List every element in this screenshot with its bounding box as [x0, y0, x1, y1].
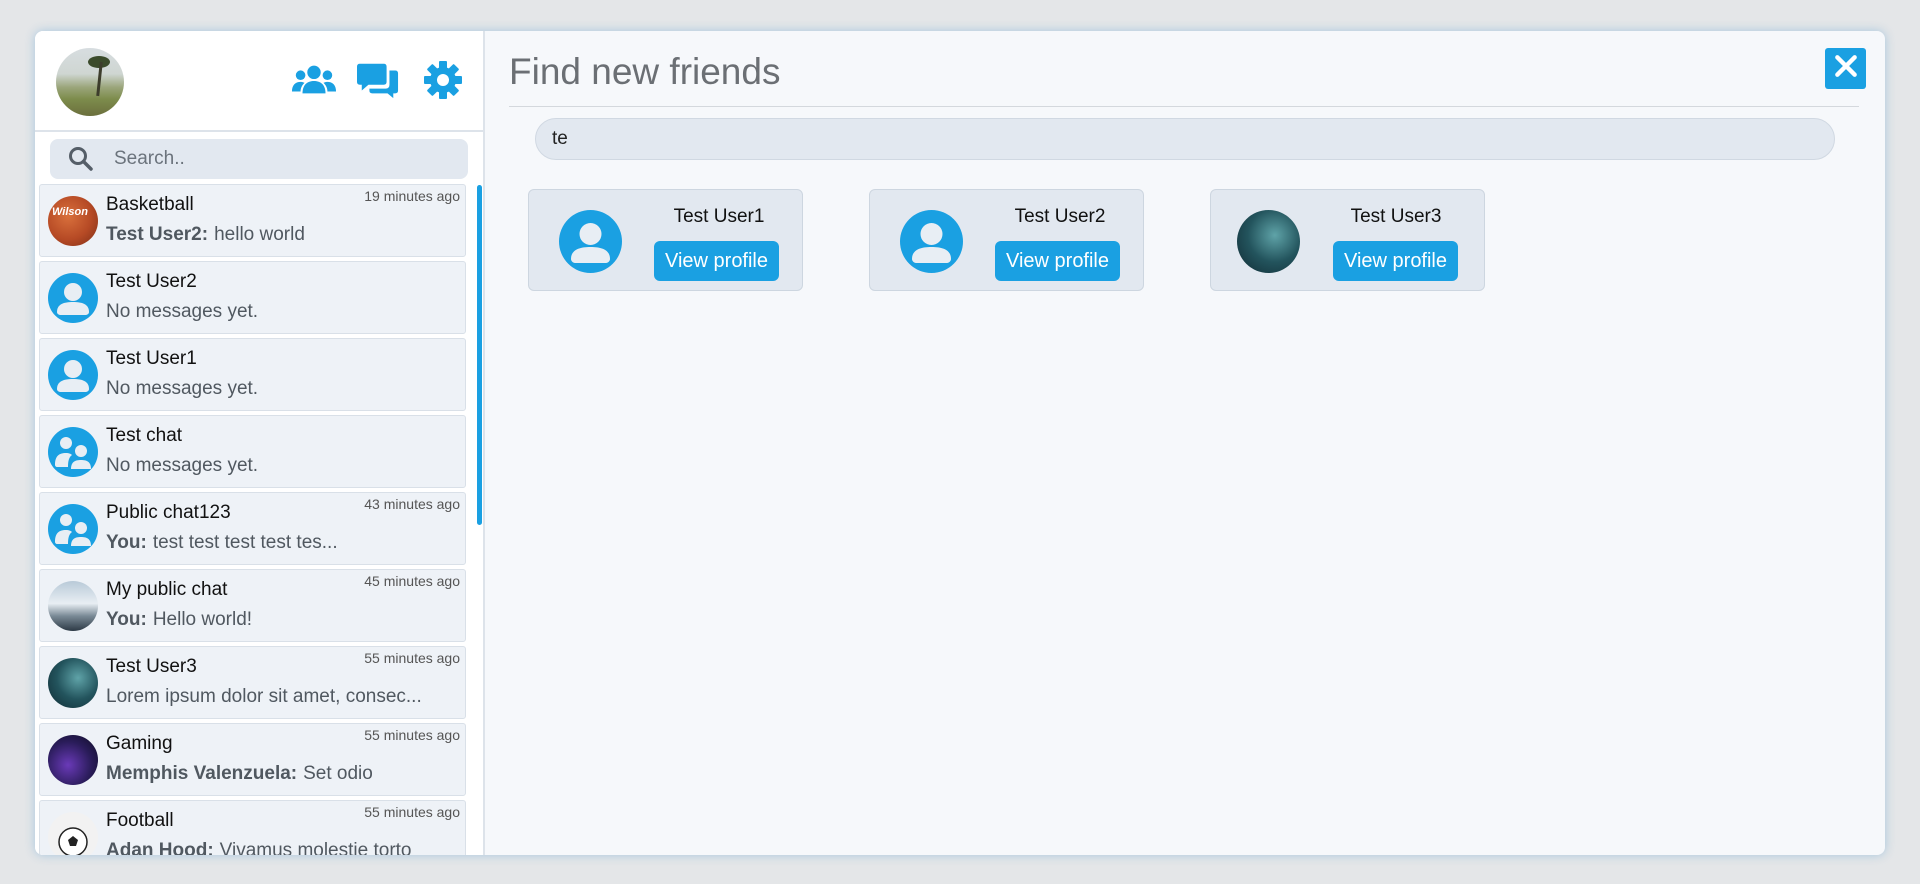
chat-item-football[interactable]: Football 55 minutes ago Adan Hood: Vivamu…	[39, 800, 466, 855]
chat-avatar	[48, 658, 98, 708]
chat-message-text: Vivamus molestie torto	[219, 840, 412, 855]
chat-last-message: Lorem ipsum dolor sit amet, consec...	[106, 686, 461, 708]
chat-sender: Memphis Valenzuela:	[106, 763, 298, 784]
chat-search[interactable]	[50, 139, 468, 179]
friend-card: Test User2 View profile	[869, 189, 1144, 291]
chat-name: My public chat	[106, 579, 228, 600]
chat-time: 55 minutes ago	[364, 727, 460, 743]
close-button[interactable]	[1825, 48, 1866, 89]
friend-search-input[interactable]	[535, 118, 1835, 160]
search-icon	[68, 146, 94, 172]
chat-name: Test User2	[106, 271, 197, 292]
chat-sender: You:	[106, 609, 147, 630]
my-avatar[interactable]	[56, 48, 124, 116]
chat-name: Test User3	[106, 656, 197, 677]
chat-item-test-user2[interactable]: Test User2 No messages yet.	[39, 261, 466, 334]
chat-name: Football	[106, 810, 174, 831]
chat-time: 55 minutes ago	[364, 804, 460, 820]
find-friends-panel: Find new friends Test User1 View profile…	[485, 31, 1885, 855]
chat-name: Basketball	[106, 194, 194, 215]
sidebar-scrollbar[interactable]	[477, 185, 482, 525]
app-window: Wilson Basketball 19 minutes ago Test Us…	[35, 31, 1885, 855]
chat-message-text: Lorem ipsum dolor sit amet, consec...	[106, 686, 422, 707]
close-icon	[1833, 53, 1859, 84]
chat-time: 45 minutes ago	[364, 573, 460, 589]
friend-name: Test User2	[1014, 206, 1106, 227]
chat-last-message: No messages yet.	[106, 455, 461, 477]
chat-sender: Test User2:	[106, 224, 209, 245]
chat-item-my-public-chat[interactable]: My public chat 45 minutes ago You: Hello …	[39, 569, 466, 642]
chat-name: Test User1	[106, 348, 197, 369]
view-profile-button[interactable]: View profile	[995, 241, 1120, 281]
chat-name: Public chat123	[106, 502, 231, 523]
friend-name: Test User1	[673, 206, 765, 227]
chat-list: Wilson Basketball 19 minutes ago Test Us…	[39, 184, 466, 855]
chat-message-text: No messages yet.	[106, 301, 259, 322]
chat-name: Gaming	[106, 733, 173, 754]
chat-sender: Adan Hood:	[106, 840, 214, 855]
friend-name: Test User3	[1350, 206, 1442, 227]
chat-message-text: Set odio	[303, 763, 373, 784]
chat-avatar	[48, 735, 98, 785]
chat-item-test-user1[interactable]: Test User1 No messages yet.	[39, 338, 466, 411]
chat-last-message: Adan Hood: Vivamus molestie torto	[106, 840, 461, 855]
chat-message-text: test test test test tes...	[152, 532, 338, 553]
friend-card: Test User3 View profile	[1210, 189, 1485, 291]
friend-card: Test User1 View profile	[528, 189, 803, 291]
chat-avatar: Wilson	[48, 196, 98, 246]
chat-message-text: Hello world!	[152, 609, 253, 630]
chat-last-message: You: Hello world!	[106, 609, 461, 631]
user-icon	[900, 210, 963, 273]
chat-message-text: No messages yet.	[106, 455, 259, 476]
chat-item-basketball[interactable]: Wilson Basketball 19 minutes ago Test Us…	[39, 184, 466, 257]
chat-last-message: Test User2: hello world	[106, 224, 461, 246]
chat-avatar	[48, 581, 98, 631]
chat-last-message: No messages yet.	[106, 378, 461, 400]
chat-last-message: You: test test test test tes...	[106, 532, 461, 554]
chat-item-public-chat123[interactable]: Public chat123 43 minutes ago You: test t…	[39, 492, 466, 565]
friends-icon[interactable]	[291, 60, 337, 100]
page-title: Find new friends	[509, 51, 781, 92]
friend-avatar	[1237, 210, 1300, 273]
chat-name: Test chat	[106, 425, 183, 446]
chat-last-message: Memphis Valenzuela: Set odio	[106, 763, 461, 785]
chat-time: 55 minutes ago	[364, 650, 460, 666]
user-icon	[48, 273, 98, 323]
sidebar-header	[35, 31, 483, 132]
chat-item-test-chat[interactable]: Test chat No messages yet.	[39, 415, 466, 488]
user-icon	[559, 210, 622, 273]
view-profile-button[interactable]: View profile	[1333, 241, 1458, 281]
chat-item-test-user3[interactable]: Test User3 55 minutes ago Lorem ipsum do…	[39, 646, 466, 719]
chat-time: 43 minutes ago	[364, 496, 460, 512]
title-divider	[509, 106, 1859, 107]
chat-sender: You:	[106, 532, 147, 553]
chat-search-input[interactable]	[114, 148, 434, 170]
view-profile-button[interactable]: View profile	[654, 241, 779, 281]
chat-message-text: hello world	[214, 224, 305, 245]
chat-message-text: No messages yet.	[106, 378, 259, 399]
chat-time: 19 minutes ago	[364, 188, 460, 204]
settings-icon[interactable]	[423, 60, 467, 100]
chat-item-gaming[interactable]: Gaming 55 minutes ago Memphis Valenzuela…	[39, 723, 466, 796]
sidebar: Wilson Basketball 19 minutes ago Test Us…	[35, 31, 485, 855]
group-icon	[48, 504, 98, 554]
chat-avatar	[48, 812, 98, 855]
chats-icon[interactable]	[357, 60, 401, 100]
user-icon	[48, 350, 98, 400]
group-icon	[48, 427, 98, 477]
chat-last-message: No messages yet.	[106, 301, 461, 323]
